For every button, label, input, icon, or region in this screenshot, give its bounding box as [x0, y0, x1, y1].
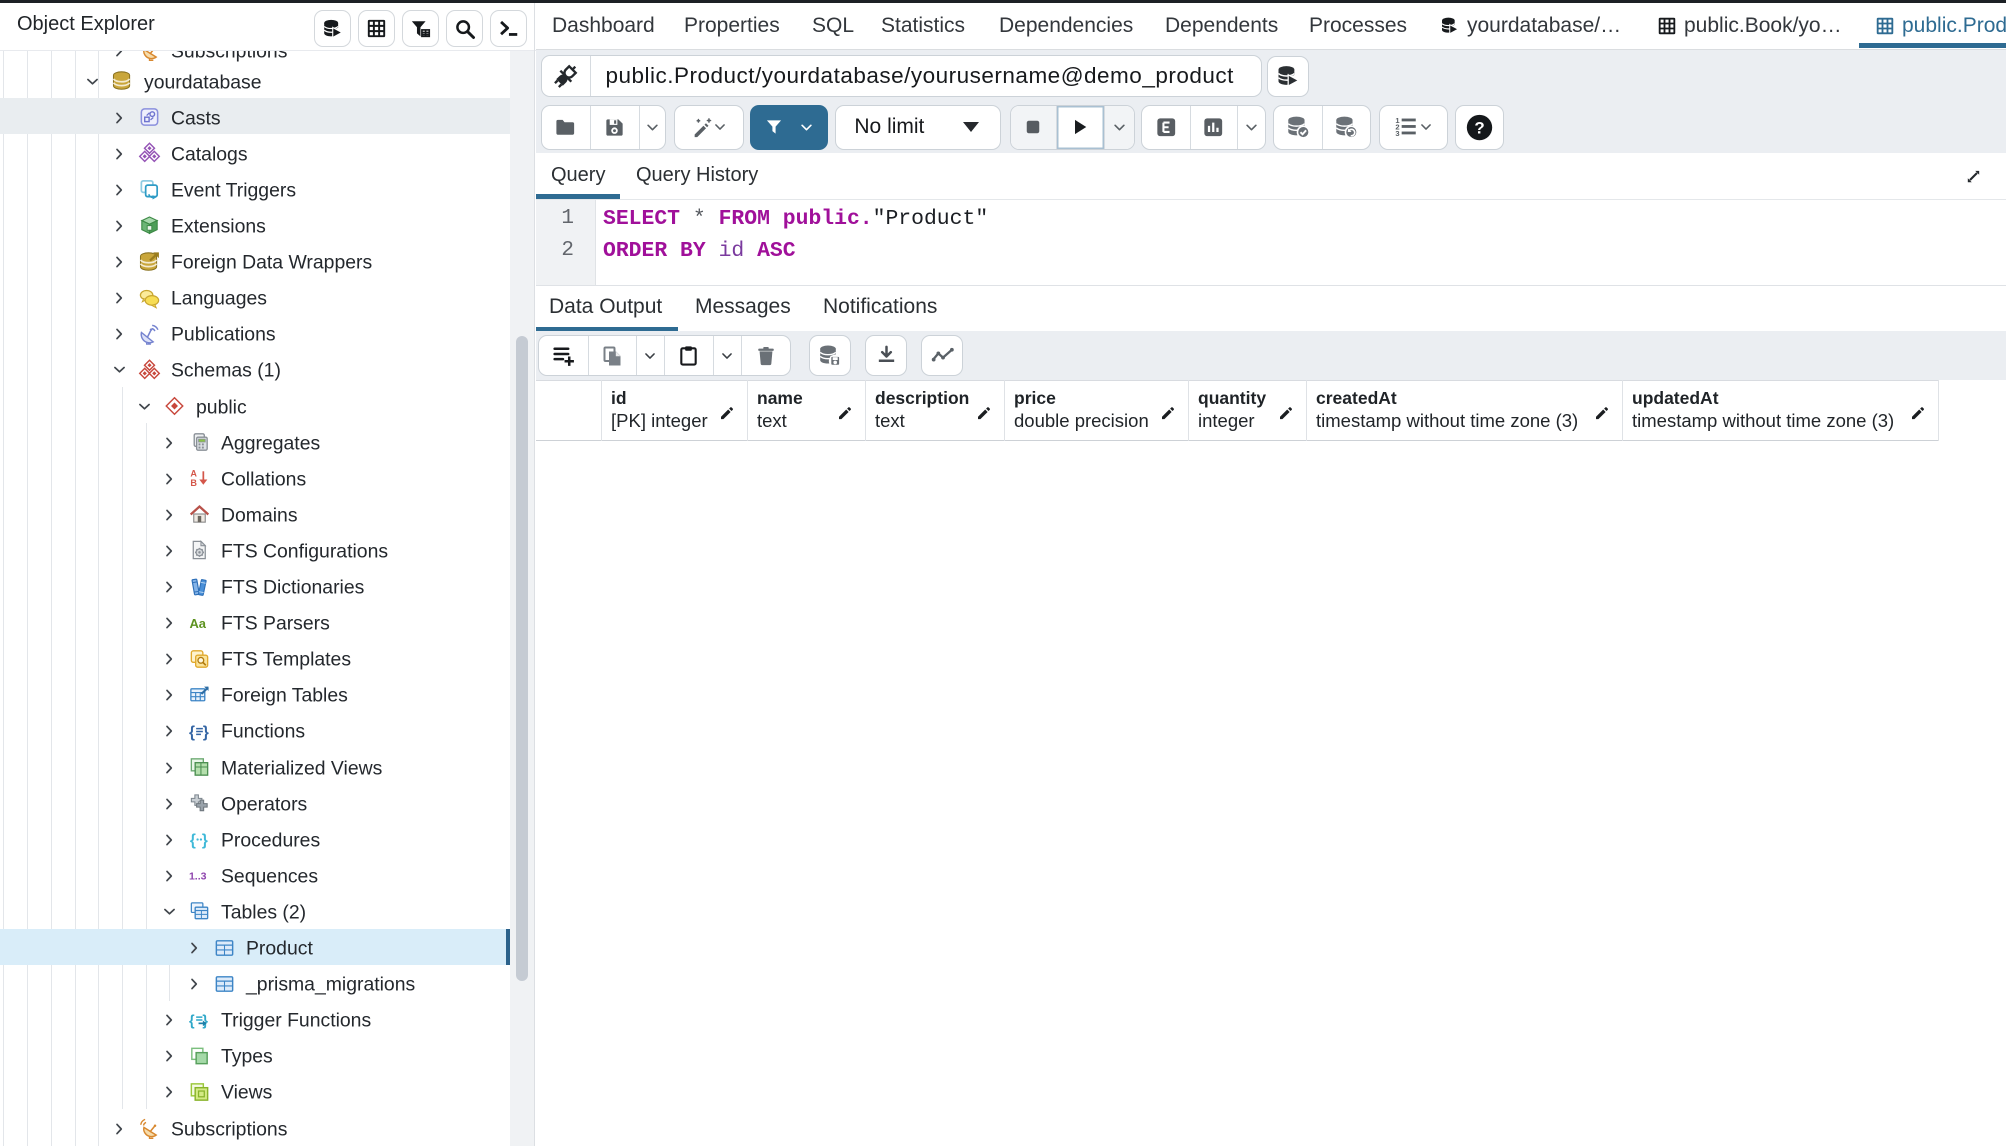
svg-text:3: 3: [1396, 129, 1400, 138]
svg-text:B: B: [190, 478, 197, 488]
svg-text:1..3: 1..3: [189, 871, 207, 883]
svg-text:?: ?: [1474, 118, 1484, 137]
svg-text:}: }: [203, 724, 209, 741]
svg-text:A: A: [190, 469, 197, 479]
svg-text:}: }: [202, 832, 208, 849]
svg-text:{: {: [190, 832, 196, 849]
svg-text:Aa: Aa: [189, 615, 206, 630]
svg-text:{: {: [189, 724, 195, 741]
svg-text:{: {: [189, 1013, 195, 1029]
